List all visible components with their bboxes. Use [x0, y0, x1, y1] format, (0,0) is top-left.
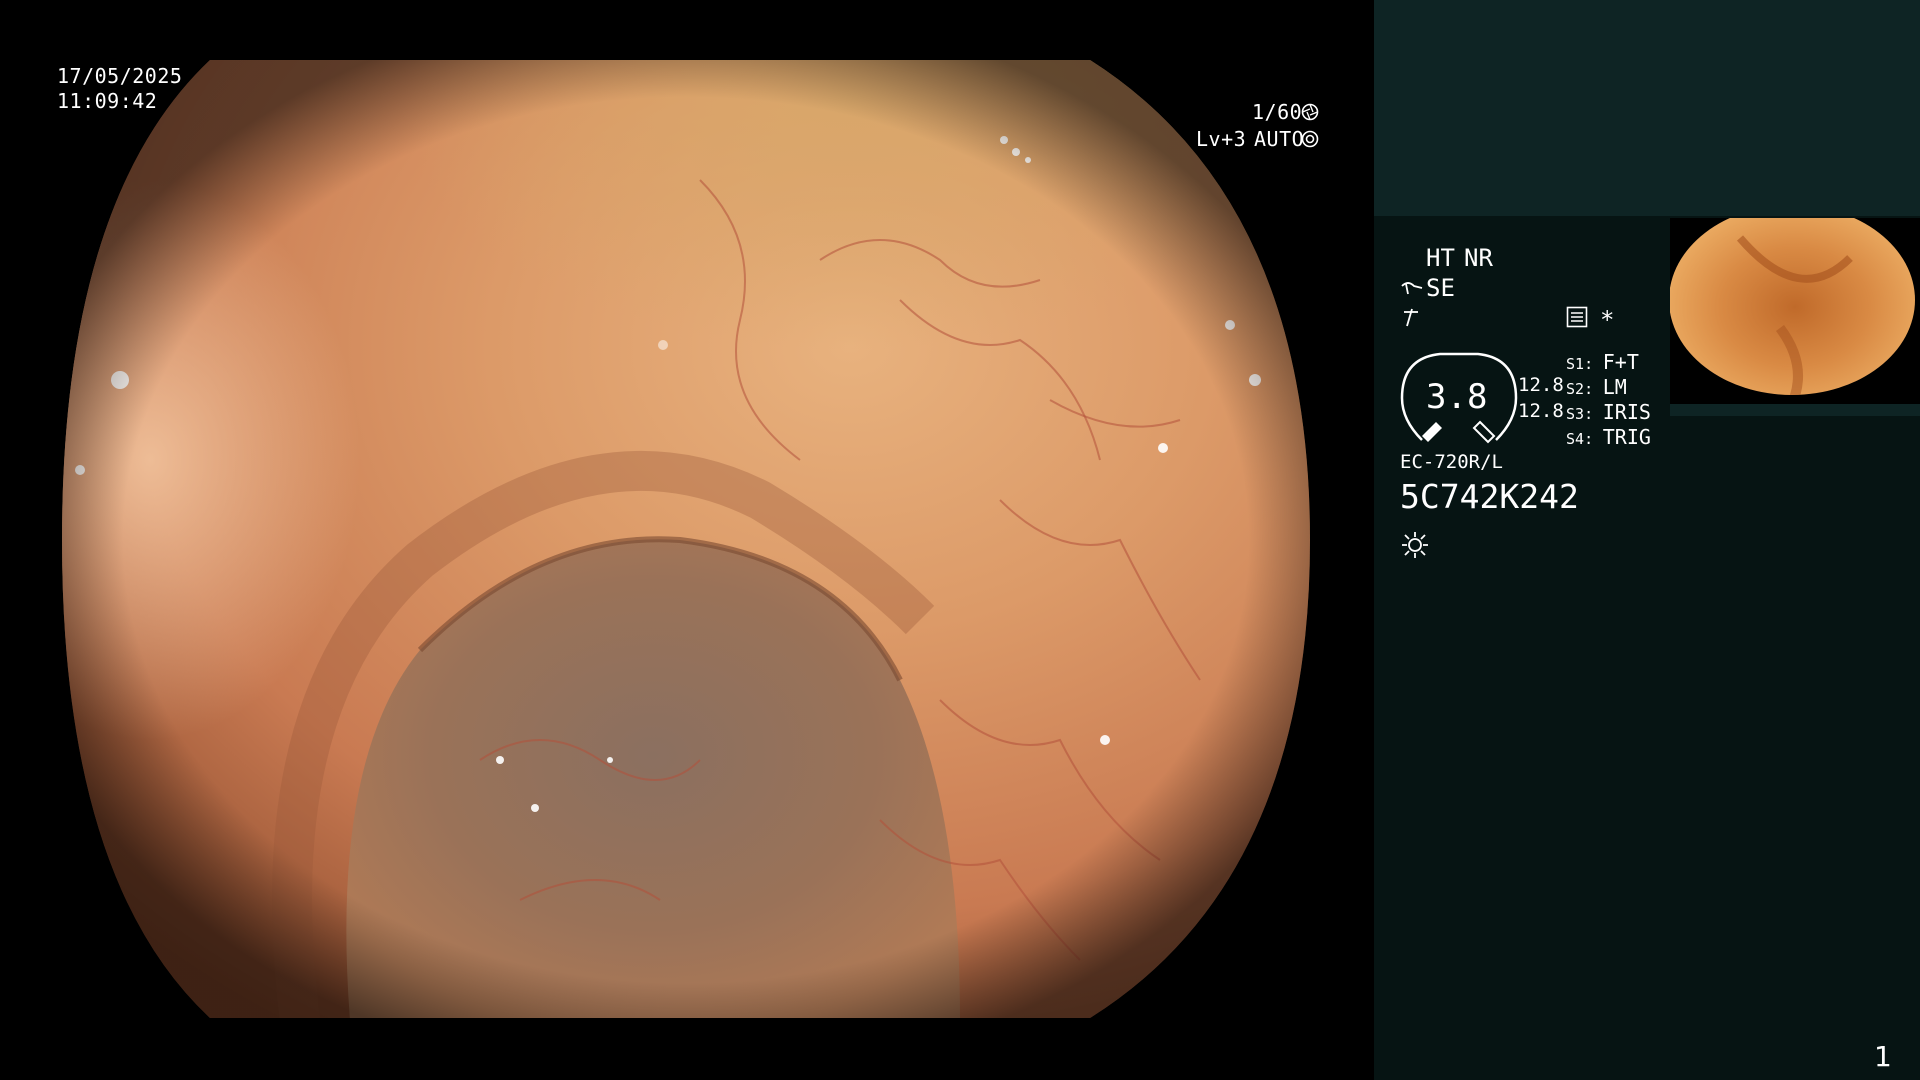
iris-mode: AUTO [1254, 127, 1305, 151]
switch-row-s4: S4: TRIG [1566, 425, 1651, 449]
switch-key: S3 [1566, 405, 1585, 423]
exam-time: 11:09:42 [57, 89, 158, 113]
switch-key: S2 [1566, 380, 1585, 398]
scope-model: EC-720R/L [1400, 451, 1503, 473]
endoscope-view: 17/05/2025 11:09:42 1/60 Lv+3 AUTO [0, 0, 1372, 1080]
info-panel: HT NR SE * 3.8 12.8 12.8 S1: F+T S2: LM … [1374, 0, 1920, 1080]
scope-serial: 5C742K242 [1400, 477, 1579, 516]
switch-row-s3: S3: IRIS [1566, 400, 1651, 424]
brightness-level: Lv+3 [1196, 127, 1247, 151]
iris-icon [1301, 130, 1319, 148]
switch-value: TRIG [1602, 425, 1651, 449]
page-number: 1 [1874, 1040, 1892, 1073]
asterisk-marker: * [1600, 306, 1615, 334]
switch-value: LM [1602, 375, 1627, 399]
gauge-value: 3.8 [1426, 377, 1488, 417]
switch-value: IRIS [1602, 400, 1651, 424]
aperture-icon [1301, 103, 1319, 121]
shutter-speed: 1/60 [1252, 100, 1303, 124]
ht-indicator: HT [1426, 244, 1455, 272]
gauge-value-right: 12.8 [1518, 400, 1564, 422]
gauge-value-left: 12.8 [1518, 374, 1564, 396]
switch-list: S1: F+T S2: LM S3: IRIS S4: TRIG [1566, 350, 1651, 450]
capture-thumbnail[interactable] [1670, 218, 1920, 416]
switch-row-s2: S2: LM [1566, 375, 1627, 399]
switch-key: S4 [1566, 430, 1585, 448]
colon-lumen-image [62, 60, 1310, 1018]
light-icon [1402, 532, 1428, 558]
nr-indicator: NR [1464, 244, 1493, 272]
se-indicator: SE [1426, 274, 1455, 302]
switch-row-s1: S1: F+T [1566, 350, 1639, 374]
switch-value: F+T [1602, 350, 1639, 374]
panel-header-area [1374, 0, 1920, 216]
edge-enhance-icon [1404, 308, 1418, 327]
scope-icon [1401, 282, 1423, 295]
exam-date: 17/05/2025 [57, 64, 183, 88]
switch-key: S1 [1566, 355, 1585, 373]
recorder-icon [1566, 306, 1588, 328]
